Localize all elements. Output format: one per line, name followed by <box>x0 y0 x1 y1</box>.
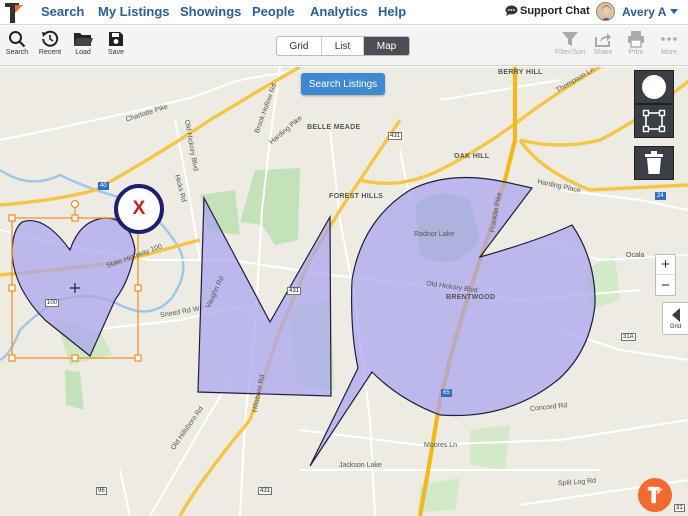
save-icon <box>109 32 123 46</box>
delete-shape-button[interactable]: X <box>114 184 164 234</box>
interstate-shield: 65 <box>441 389 452 397</box>
search-tool-label: Search <box>5 49 29 56</box>
save-tool-label: Save <box>108 49 124 56</box>
share-label: Share <box>593 49 613 56</box>
nav-my-listings[interactable]: My Listings <box>98 4 170 19</box>
share-icon <box>595 33 611 47</box>
filter-icon <box>562 32 578 46</box>
place-label: OAK HILL <box>454 153 490 160</box>
grid-panel-label: Grid <box>669 324 682 330</box>
search-tool-button[interactable]: Search <box>0 30 35 56</box>
circle-icon <box>642 75 666 99</box>
route-shield: 31 <box>674 504 685 512</box>
zoom-in-button[interactable]: + <box>656 255 675 275</box>
road-label: Jackson Lake <box>339 462 382 469</box>
filter-sort-button[interactable]: Filter/Sort <box>552 30 588 56</box>
road-label: Ocala <box>626 252 645 259</box>
chevron-down-icon[interactable] <box>670 9 678 14</box>
grid-panel-toggle[interactable]: Grid <box>662 302 688 335</box>
avatar[interactable] <box>596 2 615 21</box>
road-label: Moores Ln <box>424 442 458 449</box>
interstate-shield: 40 <box>98 182 109 190</box>
place-label: FOREST HILLS <box>329 193 384 200</box>
filter-sort-label: Filter/Sort <box>554 49 586 56</box>
recent-tool-label: Recent <box>38 49 62 56</box>
help-launcher-button[interactable] <box>638 478 672 512</box>
more-button[interactable]: More <box>651 30 687 56</box>
support-chat-button[interactable]: Support Chat <box>505 5 590 17</box>
app-logo-icon[interactable] <box>3 2 25 24</box>
route-shield: 100 <box>45 299 60 307</box>
chat-icon <box>505 5 518 16</box>
app-logo-icon <box>647 486 664 504</box>
load-tool-button[interactable]: Load <box>65 30 101 56</box>
polygon-icon <box>642 109 666 133</box>
nav-help[interactable]: Help <box>378 4 406 19</box>
map-canvas[interactable]: BERRY HILL BELLE MEADE OAK HILL FOREST H… <box>0 67 688 516</box>
search-listings-button[interactable]: Search Listings <box>301 73 385 95</box>
recent-tool-button[interactable]: Recent <box>32 30 68 56</box>
drawn-search-areas <box>11 176 596 467</box>
place-label: BELLE MEADE <box>307 124 361 131</box>
view-grid-button[interactable]: Grid <box>277 37 322 55</box>
toolbar: Search Recent Load Save Grid List Map Fi… <box>0 26 688 66</box>
more-icon <box>661 37 677 41</box>
nav-search[interactable]: Search <box>41 4 84 19</box>
trash-icon <box>645 151 663 174</box>
nav-analytics[interactable]: Analytics <box>310 4 368 19</box>
place-label: BRENTWOOD <box>446 294 496 301</box>
nav-people[interactable]: People <box>252 4 295 19</box>
print-label: Print <box>628 49 644 56</box>
chevron-left-icon <box>672 308 680 322</box>
load-tool-label: Load <box>75 49 91 56</box>
zoom-control: + − <box>655 254 676 296</box>
nav-showings[interactable]: Showings <box>180 4 241 19</box>
view-map-button[interactable]: Map <box>364 37 409 55</box>
share-button[interactable]: Share <box>585 30 621 56</box>
support-chat-label: Support Chat <box>520 5 590 17</box>
user-menu[interactable]: Avery A <box>622 5 666 19</box>
view-toggle: Grid List Map <box>276 36 410 56</box>
folder-icon <box>74 33 93 46</box>
draw-circle-button[interactable] <box>634 70 674 104</box>
zoom-out-button[interactable]: − <box>656 275 675 295</box>
interstate-shield: 24 <box>655 192 666 200</box>
history-icon <box>42 30 59 47</box>
route-shield: 31A <box>621 333 636 341</box>
route-shield: 431 <box>287 287 302 295</box>
place-label: BERRY HILL <box>498 69 543 76</box>
draw-polygon-button[interactable] <box>634 104 674 138</box>
route-shield: 96 <box>96 487 107 495</box>
top-nav: Search My Listings Showings People Analy… <box>0 0 688 25</box>
print-button[interactable]: Print <box>618 30 654 56</box>
more-label: More <box>661 49 677 56</box>
save-tool-button[interactable]: Save <box>98 30 134 56</box>
search-icon <box>9 31 26 48</box>
delete-all-shapes-button[interactable] <box>634 146 674 180</box>
route-shield: 431 <box>258 487 273 495</box>
print-icon <box>628 31 644 48</box>
view-list-button[interactable]: List <box>322 37 364 55</box>
road-label: Radnor Lake <box>414 231 455 238</box>
map-base-layer <box>0 67 688 516</box>
route-shield: 431 <box>388 132 403 140</box>
